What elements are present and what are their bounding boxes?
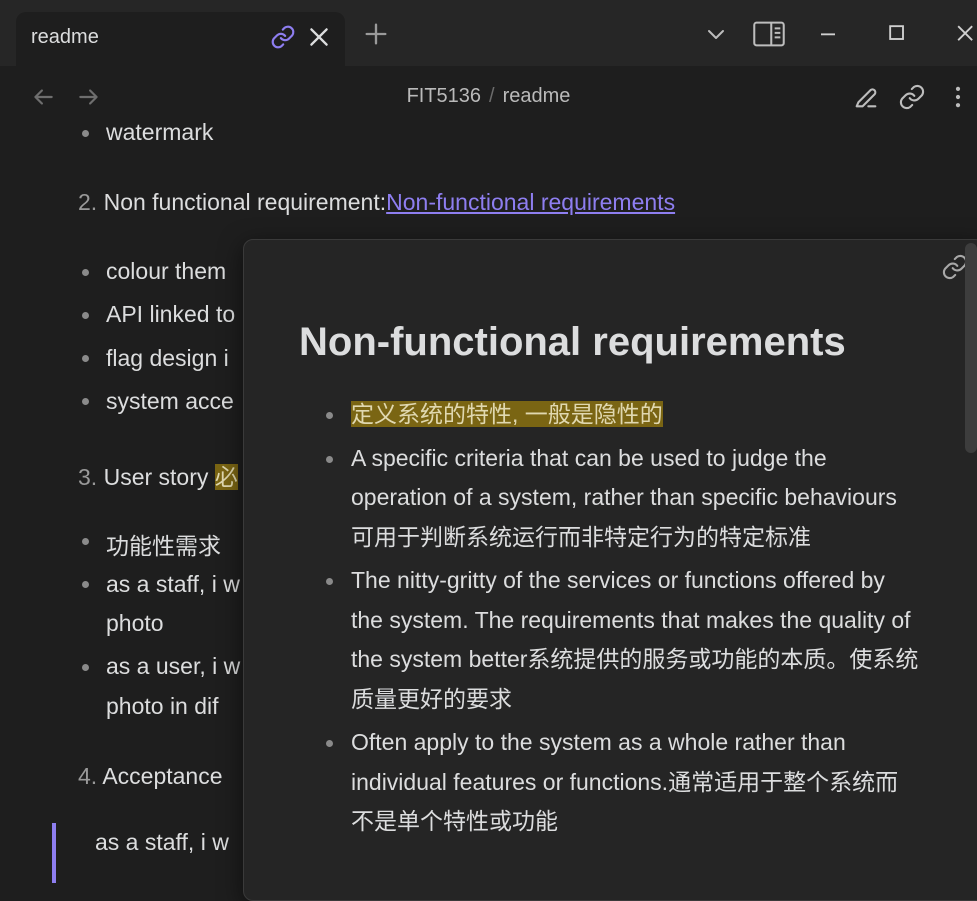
list-text: Acceptance [102, 763, 223, 789]
list-item-continuation: photo in dif [106, 693, 219, 719]
plus-icon[interactable] [362, 20, 390, 48]
link-icon[interactable] [270, 24, 296, 50]
bullet [82, 312, 89, 319]
pencil-icon[interactable] [852, 83, 880, 111]
numbered-item: 4. Acceptance [78, 763, 223, 790]
list-item: system acce [106, 388, 234, 414]
list-item: flag design i [106, 345, 229, 371]
bullet [82, 538, 89, 545]
preview-list-item: 定义系统的特性, 一般是隐性的 [299, 395, 919, 435]
preview-list-item: A specific criteria that can be used to … [299, 439, 919, 558]
link-icon[interactable] [898, 83, 926, 111]
internal-link[interactable]: Non-functional requirements [386, 189, 675, 215]
breadcrumb-folder[interactable]: FIT5136 [407, 85, 481, 107]
tab-title: readme [31, 26, 99, 48]
numbered-item: 3. User story 必 [78, 458, 238, 492]
bullet [82, 398, 89, 405]
bullet [82, 581, 89, 588]
blockquote-text: as a staff, i w [95, 829, 229, 855]
list-text: User story [103, 464, 215, 490]
list-item: as a staff, i w [106, 571, 240, 597]
more-vertical-icon[interactable] [944, 83, 972, 111]
list-item: 功能性需求 [106, 533, 221, 559]
list-item: watermark [106, 119, 214, 145]
preview-list-item: The nitty-gritty of the services or func… [299, 561, 919, 719]
bullet [82, 355, 89, 362]
list-item: colour them [106, 258, 227, 284]
minimize-icon[interactable] [814, 18, 842, 46]
highlighted-text: 必 [214, 464, 238, 490]
list-item: as a user, i w [106, 653, 241, 679]
highlighted-text: 定义系统的特性, 一般是隐性的 [351, 401, 663, 427]
preview-list: 定义系统的特性, 一般是隐性的 A specific criteria that… [299, 395, 919, 846]
preview-title: Non-functional requirements [299, 320, 846, 364]
title-bar: readme [0, 0, 977, 66]
breadcrumb: FIT5136 / readme [0, 85, 977, 108]
list-number: 2. [78, 189, 98, 215]
list-text: Non functional requirement: [103, 189, 387, 215]
chevron-down-icon[interactable] [702, 22, 730, 46]
link-preview-popover[interactable]: Non-functional requirements 定义系统的特性, 一般是… [243, 239, 977, 901]
list-item-continuation: photo [106, 610, 164, 636]
close-icon[interactable] [306, 24, 332, 50]
bullet [82, 269, 89, 276]
window-close-icon[interactable] [950, 18, 977, 46]
list-item: API linked to [106, 301, 236, 327]
bullet [82, 664, 89, 671]
list-number: 4. [78, 763, 98, 789]
tab-readme[interactable]: readme [16, 12, 345, 66]
blockquote-bar [52, 823, 56, 883]
preview-list-item: Often apply to the system as a whole rat… [299, 723, 919, 842]
numbered-item: 2. Non functional requirement:Non-functi… [78, 189, 675, 216]
breadcrumb-separator: / [489, 85, 495, 107]
maximize-icon[interactable] [882, 18, 910, 46]
scrollbar[interactable] [965, 243, 977, 453]
sidebar-icon[interactable] [752, 20, 786, 48]
bullet [82, 130, 89, 137]
breadcrumb-file[interactable]: readme [503, 85, 571, 107]
list-number: 3. [78, 464, 98, 490]
